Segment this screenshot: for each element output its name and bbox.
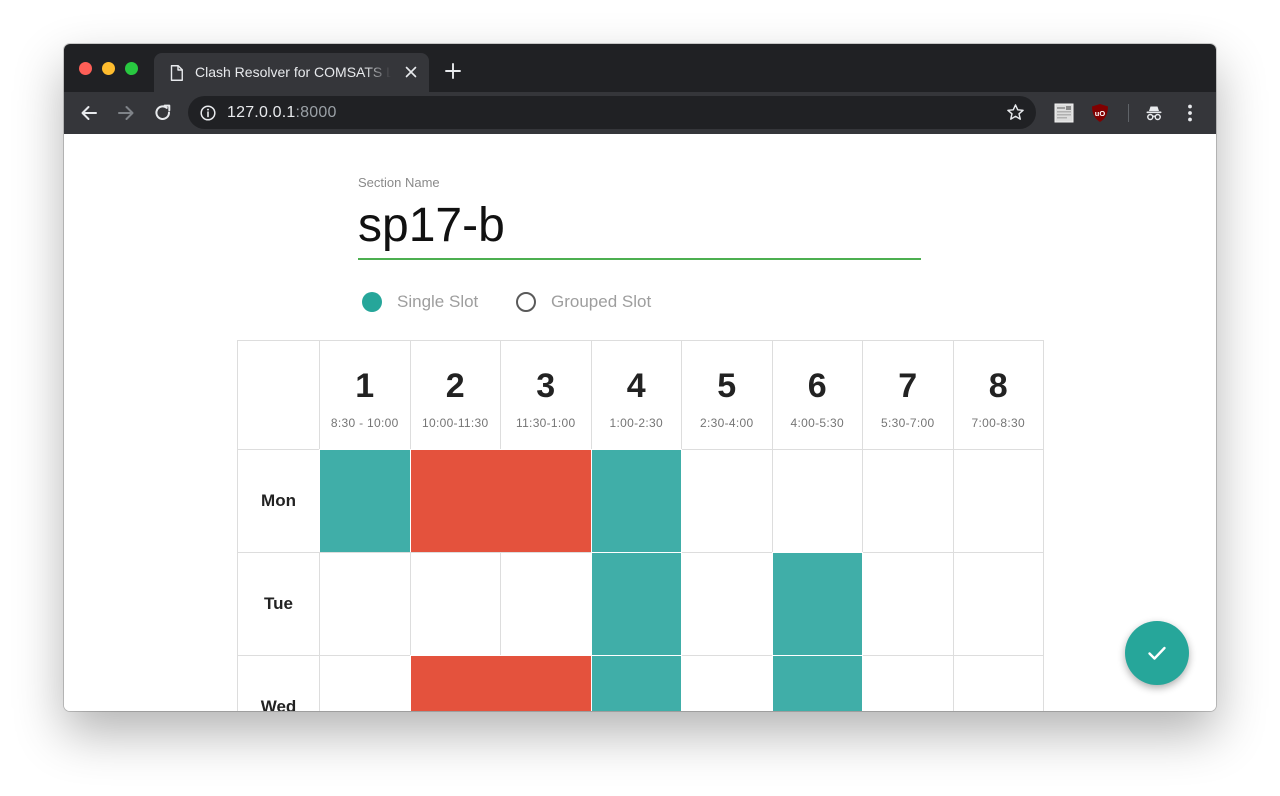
timetable-cell[interactable] [862, 655, 954, 711]
period-number: 8 [988, 367, 1008, 405]
grouped-slot-radio[interactable]: Grouped Slot [516, 290, 666, 314]
reload-icon[interactable] [153, 103, 173, 123]
browser-window: Clash Resolver for COMSATS Lahore [64, 44, 1216, 711]
period-time: 11:30-1:00 [516, 416, 576, 430]
page-icon [170, 65, 183, 81]
period-time: 4:00-5:30 [790, 416, 844, 430]
new-tab-icon[interactable] [445, 63, 461, 79]
day-label-cell: Mon [237, 449, 320, 553]
url-text[interactable]: 127.0.0.1:8000 [227, 104, 337, 122]
url-port: :8000 [295, 104, 337, 121]
section-name-input[interactable] [358, 192, 921, 260]
single-slot-block[interactable] [590, 449, 682, 553]
timetable-cell[interactable] [319, 552, 411, 656]
ublock-shield-icon[interactable]: uO [1091, 103, 1109, 123]
back-arrow-icon[interactable] [79, 103, 99, 123]
forward-arrow-icon[interactable] [116, 103, 136, 123]
close-tab-icon[interactable] [405, 66, 417, 78]
grouped-slot-block[interactable] [409, 655, 592, 711]
submit-fab-button[interactable] [1125, 621, 1189, 685]
page-content: Section Name Single Slot Grouped Slot 1 8… [64, 134, 1216, 711]
minimize-window-button[interactable] [102, 62, 115, 75]
period-time: 1:00-2:30 [609, 416, 663, 430]
timetable-cell[interactable] [681, 655, 773, 711]
single-slot-block[interactable] [590, 552, 682, 656]
incognito-icon[interactable] [1144, 103, 1164, 123]
check-icon [1148, 646, 1166, 660]
grouped-slot-block[interactable] [409, 449, 592, 553]
period-time: 7:00-8:30 [971, 416, 1025, 430]
period-number: 3 [536, 367, 556, 405]
browser-tab[interactable]: Clash Resolver for COMSATS Lahore [154, 53, 429, 92]
period-time: 8:30 - 10:00 [330, 416, 399, 430]
period-header-cell: 6 4:00-5:30 [771, 340, 863, 450]
close-window-button[interactable] [79, 62, 92, 75]
period-number: 7 [898, 367, 918, 405]
period-header-cell: 1 8:30 - 10:00 [319, 340, 411, 450]
day-label-cell: Wed [237, 655, 320, 711]
period-time: 10:00-11:30 [422, 416, 489, 430]
timetable-cell[interactable] [952, 552, 1044, 656]
timetable-cell[interactable] [952, 449, 1044, 553]
period-time: 2:30-4:00 [700, 416, 754, 430]
info-icon[interactable] [200, 105, 216, 121]
day-label: Mon [261, 491, 296, 510]
timetable-cell[interactable] [771, 449, 863, 553]
header-corner-cell [237, 340, 320, 450]
tab-title: Clash Resolver for COMSATS Lahore [195, 64, 391, 80]
extension-thumbnail-icon[interactable] [1054, 103, 1074, 123]
single-slot-radio[interactable]: Single Slot [362, 290, 492, 314]
timetable-cell[interactable] [409, 552, 501, 656]
period-number: 4 [626, 367, 646, 405]
timetable-cell[interactable] [952, 655, 1044, 711]
grouped-slot-label: Grouped Slot [551, 292, 652, 311]
day-label: Tue [264, 594, 293, 613]
day-label-cell: Tue [237, 552, 320, 656]
period-header-cell: 8 7:00-8:30 [952, 340, 1044, 450]
period-header-cell: 5 2:30-4:00 [681, 340, 773, 450]
timetable-cell[interactable] [862, 552, 954, 656]
tab-strip: Clash Resolver for COMSATS Lahore [64, 44, 1216, 92]
period-number: 5 [717, 367, 737, 405]
period-number: 6 [807, 367, 827, 405]
toolbar-separator [1128, 104, 1129, 122]
address-bar[interactable]: 127.0.0.1:8000 [188, 96, 1036, 129]
period-header-cell: 7 5:30-7:00 [862, 340, 954, 450]
svg-text:uO: uO [1095, 109, 1106, 118]
timetable-cell[interactable] [500, 552, 592, 656]
single-slot-block[interactable] [319, 449, 411, 553]
period-number: 1 [355, 367, 375, 405]
url-host: 127.0.0.1 [227, 104, 296, 121]
timetable-cell[interactable] [681, 552, 773, 656]
period-header-cell: 4 1:00-2:30 [590, 340, 682, 450]
timetable-cell[interactable] [681, 449, 773, 553]
bookmark-star-icon[interactable] [1006, 103, 1025, 122]
period-number: 2 [445, 367, 465, 405]
browser-toolbar: 127.0.0.1:8000 uO [64, 92, 1216, 134]
single-slot-block[interactable] [590, 655, 682, 711]
period-time: 5:30-7:00 [881, 416, 935, 430]
more-menu-icon[interactable] [1184, 103, 1196, 123]
timetable-cell[interactable] [319, 655, 411, 711]
day-label: Wed [260, 697, 297, 711]
period-header-cell: 2 10:00-11:30 [409, 340, 501, 450]
maximize-window-button[interactable] [125, 62, 138, 75]
period-header-cell: 3 11:30-1:00 [500, 340, 592, 450]
timetable-cell[interactable] [862, 449, 954, 553]
section-name-label: Section Name [358, 175, 440, 190]
single-slot-label: Single Slot [397, 292, 479, 311]
grouped-slot-radio-dot[interactable] [516, 292, 536, 312]
single-slot-block[interactable] [771, 655, 863, 711]
single-slot-radio-dot[interactable] [362, 292, 382, 312]
single-slot-block[interactable] [771, 552, 863, 656]
